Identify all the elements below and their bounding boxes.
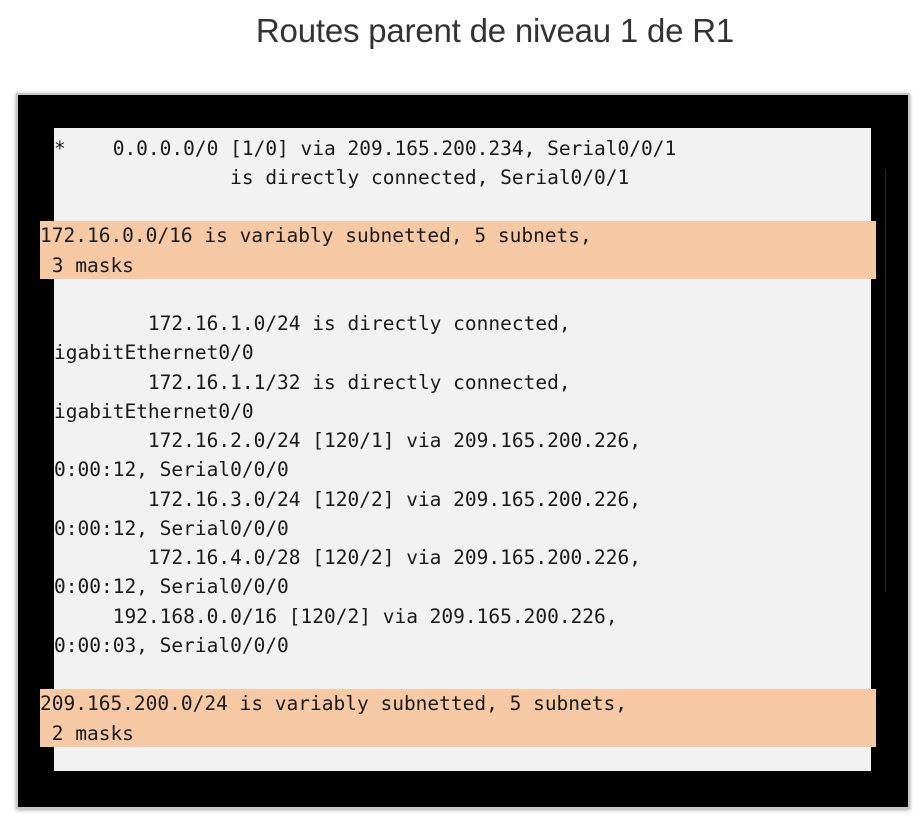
- child-route-line-cont: 0:00:12, Serial0/0/0: [54, 575, 289, 598]
- child-route-line: 172.16.4.0/28 [120/2] via 209.165.200.22…: [54, 546, 641, 569]
- highlight-parent-route-172: 172.16.0.0/16 is variably subnetted, 5 s…: [40, 221, 876, 279]
- child-route-line-cont: 0:00:12, Serial0/0/0: [54, 458, 289, 481]
- route-192-line-cont: 0:00:03, Serial0/0/0: [54, 634, 289, 657]
- highlight-parent-route-209: 209.165.200.0/24 is variably subnetted, …: [40, 689, 876, 747]
- child-route-line: 172.16.2.0/24 [120/1] via 209.165.200.22…: [54, 429, 641, 452]
- child-route-line-cont: igabitEthernet0/0: [54, 400, 254, 423]
- parent-route-209-line: 209.165.200.0/24 is variably subnetted, …: [40, 692, 627, 715]
- page-title: Routes parent de niveau 1 de R1: [255, 12, 735, 49]
- child-route-line-cont: igabitEthernet0/0: [54, 341, 254, 364]
- child-route-line: 172.16.1.1/32 is directly connected,: [54, 371, 571, 394]
- route-192-line: 192.168.0.0/16 [120/2] via 209.165.200.2…: [54, 605, 618, 628]
- route-default-line-cont: is directly connected, Serial0/0/1: [54, 166, 630, 189]
- child-route-line-cont: 0:00:12, Serial0/0/0: [54, 517, 289, 540]
- parent-route-209-line-cont: 2 masks: [40, 722, 134, 745]
- route-default-line: * 0.0.0.0/0 [1/0] via 209.165.200.234, S…: [54, 137, 677, 160]
- child-route-line: 172.16.1.0/24 is directly connected,: [54, 312, 571, 335]
- page: Routes parent de niveau 1 de R1 * 0.0.0.…: [0, 0, 913, 827]
- child-route-line: 172.16.3.0/24 [120/2] via 209.165.200.22…: [54, 488, 641, 511]
- parent-route-172-line-cont: 3 masks: [40, 254, 134, 277]
- parent-route-172-line: 172.16.0.0/16 is variably subnetted, 5 s…: [40, 224, 592, 247]
